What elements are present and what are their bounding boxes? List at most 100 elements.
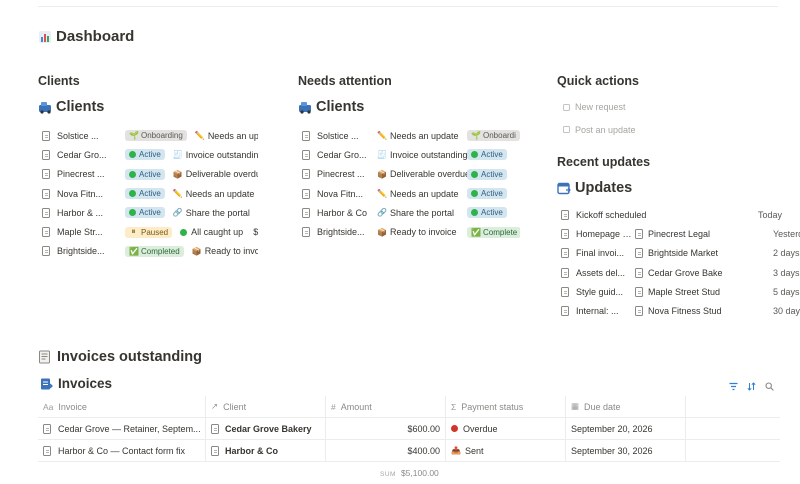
client-name[interactable]: Solstice ... — [317, 131, 369, 141]
client-row[interactable]: Pinecrest ... Active 📦 Deliverable overdu — [38, 165, 258, 184]
client-name[interactable]: Solstice ... — [57, 131, 125, 141]
sort-icon[interactable] — [747, 378, 756, 391]
update-title[interactable]: Homepage d... — [576, 229, 633, 239]
green-circle-icon — [471, 170, 478, 178]
page-title-text: Dashboard — [56, 28, 135, 45]
column-invoice-label: Invoice — [58, 401, 87, 412]
client-cell[interactable]: Harbor & Co — [206, 440, 326, 461]
invoice-cell[interactable]: Cedar Grove — Retainer, Septem... — [38, 418, 206, 439]
client-name[interactable]: Harbor & ... — [57, 208, 125, 218]
needs-row[interactable]: Pinecrest ... 📦 Deliverable overdue Active — [298, 165, 520, 184]
next-action-label: All caught up — [191, 227, 244, 238]
amount-sum[interactable]: SUM $5,100.00 — [380, 468, 439, 478]
update-row[interactable]: Final invoi... Brightside Market 2 days ag… — [557, 244, 800, 263]
update-client[interactable]: Maple Street Stud — [633, 286, 773, 297]
table-row[interactable]: Cedar Grove — Retainer, Septem... Cedar G… — [38, 418, 780, 440]
update-row[interactable]: Kickoff scheduled Today — [557, 205, 782, 224]
green-circle-icon — [129, 151, 136, 159]
green-circle-icon — [471, 190, 478, 198]
client-cell[interactable]: Cedar Grove Bakery — [206, 418, 326, 439]
invoice-cell[interactable]: Harbor & Co — Contact form fix — [38, 440, 206, 461]
status-tag[interactable]: 🌱 Onboardi — [467, 130, 520, 142]
update-title[interactable]: Internal: ... — [576, 306, 633, 316]
update-title[interactable]: Final invoi... — [576, 248, 633, 258]
client-row[interactable]: Cedar Gro... Active 🧾 Invoice outstandin — [38, 145, 258, 164]
client-row[interactable]: Nova Fitn... Active ✏️ Needs an update — [38, 184, 258, 203]
status-tag[interactable]: ✅ Complete — [467, 226, 520, 238]
client-name[interactable]: Cedar Gro... — [57, 150, 125, 160]
update-row[interactable]: Homepage d... Pinecrest Legal Yesterday — [557, 224, 800, 243]
update-row[interactable]: Internal: ... Nova Fitness Stud 30 days ag… — [557, 301, 800, 320]
page-icon — [561, 228, 569, 239]
due-date-cell[interactable]: September 20, 2026 — [566, 418, 686, 439]
status-tag[interactable]: Active — [125, 168, 165, 180]
client-name[interactable]: Brightside... — [57, 246, 125, 256]
next-action: ✏️Needs an upd — [195, 131, 258, 141]
needs-db-title[interactable]: Clients — [298, 98, 520, 116]
post-update-button[interactable]: Post an update — [563, 119, 782, 142]
client-name[interactable]: Harbor & Co — [317, 208, 369, 218]
new-request-button[interactable]: New request — [563, 96, 782, 119]
client-row[interactable]: Brightside... ✅ Completed 📦 Ready to invoi — [38, 242, 258, 261]
client-row[interactable]: Harbor & ... Active 🔗 Share the portal — [38, 203, 258, 222]
needs-row[interactable]: Solstice ... ✏️ Needs an update 🌱 Onboardi — [298, 126, 520, 145]
update-client[interactable]: Brightside Market — [633, 248, 773, 259]
table-row[interactable]: Harbor & Co — Contact form fix Harbor & C… — [38, 440, 780, 462]
update-title[interactable]: Assets del... — [576, 268, 633, 278]
clients-db-title[interactable]: Clients — [38, 98, 258, 116]
status-tag[interactable]: Active — [467, 149, 507, 161]
client-row[interactable]: Solstice ...🌱Onboarding ✏️Needs an upd — [38, 126, 258, 145]
needs-row[interactable]: Cedar Gro... 🧾 Invoice outstanding Active — [298, 145, 520, 164]
client-name[interactable]: Cedar Gro... — [317, 150, 369, 160]
package-icon: 📦 — [377, 169, 387, 179]
amount-cell[interactable]: $600.00 — [326, 418, 446, 439]
next-action: All caught up — [180, 227, 243, 237]
update-client[interactable]: Cedar Grove Bake — [633, 267, 773, 278]
amount-cell[interactable]: $400.00 — [326, 440, 446, 461]
page-icon — [561, 209, 569, 220]
update-row[interactable]: Style guid... Maple Street Stud 5 days ago — [557, 282, 800, 301]
column-due-date[interactable]: ▦ Due date — [566, 396, 686, 417]
page-icon — [211, 445, 219, 456]
needs-row[interactable]: Harbor & Co 🔗 Share the portal Active — [298, 203, 520, 222]
status-tag[interactable]: Active — [125, 188, 165, 200]
status-tag[interactable]: Active — [467, 188, 507, 200]
due-date-cell[interactable]: September 30, 2026 — [566, 440, 686, 461]
status-tag[interactable]: Active — [125, 149, 165, 161]
needs-row[interactable]: Brightside... 📦 Ready to invoice ✅ Complete — [298, 222, 520, 241]
update-title[interactable]: Kickoff scheduled — [576, 210, 726, 220]
status-tag[interactable]: Active — [467, 168, 507, 180]
update-row[interactable]: Assets del... Cedar Grove Bake 3 days ago — [557, 263, 800, 282]
clients-db-title-text: Clients — [56, 99, 105, 115]
needs-row[interactable]: Nova Fitn... ✏️ Needs an update Active — [298, 184, 520, 203]
search-icon[interactable] — [765, 378, 774, 391]
column-amount[interactable]: # Amount — [326, 396, 446, 417]
filter-icon[interactable] — [729, 378, 738, 391]
updates-db-title[interactable]: Updates — [557, 179, 782, 197]
status-tag[interactable]: Active — [125, 207, 165, 219]
status-tag[interactable]: Active — [467, 207, 507, 219]
column-due-date-label: Due date — [584, 401, 621, 412]
column-payment-status[interactable]: Σ Payment status — [446, 396, 566, 417]
update-client[interactable]: Pinecrest Legal — [633, 228, 773, 239]
client-name[interactable]: Nova Fitn... — [317, 189, 369, 199]
client-name[interactable]: Pinecrest ... — [57, 169, 125, 179]
invoices-db-title[interactable]: Invoices — [40, 376, 112, 391]
client-name[interactable]: Maple Str... — [57, 227, 125, 237]
client-row[interactable]: Maple Str... ⏸ Paused All caught up $0 — [38, 222, 258, 241]
column-client[interactable]: ↗ Client — [206, 396, 326, 417]
client-name[interactable]: Brightside... — [317, 227, 369, 237]
client-name[interactable]: Pinecrest ... — [317, 169, 369, 179]
update-client[interactable]: Nova Fitness Stud — [633, 306, 773, 317]
status-tag[interactable]: ✅ Completed — [125, 245, 184, 257]
top-divider — [38, 6, 778, 7]
column-invoice[interactable]: Aa Invoice — [38, 396, 206, 417]
link-icon: 🔗 — [172, 208, 183, 218]
update-title[interactable]: Style guid... — [576, 287, 633, 297]
client-name[interactable]: Nova Fitn... — [57, 189, 125, 199]
page-icon — [302, 169, 310, 180]
invoices-db-title-text: Invoices — [58, 376, 113, 391]
pencil-icon: ✏️ — [194, 131, 205, 141]
status-tag[interactable]: ⏸ Paused — [125, 226, 173, 238]
status-tag[interactable]: 🌱 Onboarding — [125, 130, 187, 142]
